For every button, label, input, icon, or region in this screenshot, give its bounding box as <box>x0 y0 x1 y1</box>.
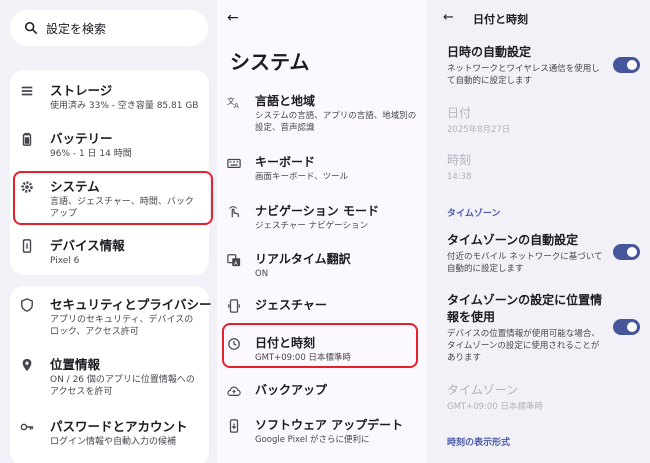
battery-icon <box>22 132 32 146</box>
menu-item-keyboard[interactable]: キーボード 画面キーボード、ツール <box>227 153 422 187</box>
settings-card-privacy: セキュリティとプライバシー アプリのセキュリティ、デバイスのロック、アクセス許可… <box>10 286 212 463</box>
menu-item-live-translate[interactable]: A リアルタイム翻訳 ON <box>227 250 422 284</box>
date-time-pane: ← 日付と時刻 日時の自動設定 ネットワークとワイヤレス通信を使用して自動的に設… <box>433 0 650 463</box>
menu-item-title: バックアップ <box>255 383 328 397</box>
setting-timezone[interactable]: タイムゾーン GMT+09:00 日本標準時 <box>447 382 642 413</box>
system-update-icon <box>229 419 239 433</box>
key-icon <box>20 423 34 431</box>
menu-item-language[interactable]: 文A 言語と地域 システムの言語、アプリの言語、地域別の設定、音声認識 <box>227 92 422 138</box>
search-placeholder: 設定を検索 <box>46 21 107 36</box>
section-header-time-format: 時刻の表示形式 <box>447 438 511 448</box>
menu-item-navigation[interactable]: ナビゲーション モード ジェスチャー ナビゲーション <box>227 202 422 236</box>
translate-icon: 文A <box>227 96 239 109</box>
menu-item-subtitle: ON <box>255 269 269 279</box>
sidebar-item-passwords[interactable]: パスワードとアカウント ログイン情報や自動入力の候補 <box>20 416 200 456</box>
setting-date[interactable]: 日付 2025年8月27日 <box>447 105 642 136</box>
setting-subtitle: デバイスの位置情報が使用可能な場合、タイムゾーンの設定に使用されることがあります <box>447 329 600 363</box>
sidebar-item-subtitle: ON / 26 個のアプリに位置情報へのアクセスを許可 <box>50 375 195 397</box>
setting-location-timezone[interactable]: タイムゾーンの設定に位置情報を使用 デバイスの位置情報が使用可能な場合、タイムゾ… <box>447 292 607 364</box>
menu-item-title: リアルタイム翻訳 <box>255 252 351 266</box>
sidebar-item-label: デバイス情報 <box>50 238 125 253</box>
sidebar-item-label: ストレージ <box>50 83 113 98</box>
menu-item-title: ナビゲーション モード <box>255 204 379 218</box>
live-translate-icon: A <box>227 254 241 267</box>
menu-item-title: ジェスチャー <box>255 298 327 312</box>
back-arrow-icon[interactable]: ← <box>443 10 454 25</box>
left-nav-pane: 設定を検索 ストレージ 使用済み 33% - 空き容量 85.81 GB バッテ… <box>0 0 217 463</box>
setting-subtitle: 付近のモバイル ネットワークに基づいて自動的に設定します <box>447 252 603 274</box>
setting-subtitle: 2025年8月27日 <box>447 125 511 135</box>
menu-item-subtitle: システムの言語、アプリの言語、地域別の設定、音声認識 <box>255 111 417 133</box>
sidebar-item-subtitle: ログイン情報や自動入力の候補 <box>50 437 177 447</box>
sidebar-item-subtitle: Pixel 6 <box>50 256 80 266</box>
setting-title: タイムゾーンの設定に位置情報を使用 <box>447 293 603 324</box>
back-arrow-icon[interactable]: ← <box>227 10 239 26</box>
setting-title: タイムゾーンの自動設定 <box>447 233 579 247</box>
section-header-timezone: タイムゾーン <box>447 209 501 219</box>
setting-auto-timezone[interactable]: タイムゾーンの自動設定 付近のモバイル ネットワークに基づいて自動的に設定します <box>447 232 607 275</box>
highlight-system <box>13 171 213 225</box>
menu-item-title: キーボード <box>255 155 316 169</box>
sidebar-item-device-info[interactable]: デバイス情報 Pixel 6 <box>20 235 200 271</box>
menu-item-subtitle: 画面キーボード、ツール <box>255 172 349 182</box>
sidebar-item-location[interactable]: 位置情報 ON / 26 個のアプリに位置情報へのアクセスを許可 <box>20 354 200 406</box>
highlight-date-time <box>222 323 418 368</box>
gesture-hand-icon <box>229 206 239 218</box>
sidebar-item-label: バッテリー <box>50 131 113 146</box>
auto-datetime-toggle[interactable] <box>613 57 640 73</box>
sidebar-item-storage[interactable]: ストレージ 使用済み 33% - 空き容量 85.81 GB <box>20 80 200 120</box>
shield-icon <box>21 298 33 312</box>
setting-title: 日付 <box>447 106 472 120</box>
auto-timezone-toggle[interactable] <box>613 244 640 260</box>
setting-subtitle: ネットワークとワイヤレス通信を使用して自動的に設定します <box>447 64 600 86</box>
search-bar[interactable]: 設定を検索 <box>10 10 208 46</box>
setting-subtitle: GMT+09:00 日本標準時 <box>447 402 543 412</box>
menu-item-subtitle: ジェスチャー ナビゲーション <box>255 221 368 231</box>
cloud-icon <box>227 386 241 396</box>
menu-item-software-update[interactable]: ソフトウェア アップデート Google Pixel がさらに便利に <box>227 416 422 450</box>
svg-text:A: A <box>234 261 238 267</box>
sidebar-item-security[interactable]: セキュリティとプライバシー アプリのセキュリティ、デバイスのロック、アクセス許可 <box>20 294 212 346</box>
phone-info-icon <box>22 239 32 253</box>
menu-item-title: 言語と地域 <box>255 94 316 108</box>
phone-gesture-icon <box>228 299 240 313</box>
setting-time[interactable]: 時刻 14:38 <box>447 152 642 183</box>
sidebar-item-battery[interactable]: バッテリー 96% - 1 日 14 時間 <box>20 128 200 168</box>
setting-auto-datetime[interactable]: 日時の自動設定 ネットワークとワイヤレス通信を使用して自動的に設定します <box>447 44 607 87</box>
settings-window: 設定を検索 ストレージ 使用済み 33% - 空き容量 85.81 GB バッテ… <box>0 0 650 463</box>
menu-item-subtitle: Google Pixel がさらに便利に <box>255 435 370 445</box>
page-title: システム <box>230 50 310 74</box>
menu-item-title: ソフトウェア アップデート <box>255 418 404 432</box>
setting-title: タイムゾーン <box>447 383 519 397</box>
sidebar-item-label: 位置情報 <box>50 357 101 372</box>
sidebar-item-subtitle: アプリのセキュリティ、デバイスのロック、アクセス許可 <box>50 315 194 337</box>
sidebar-item-label: パスワードとアカウント <box>50 419 188 434</box>
sidebar-item-subtitle: 使用済み 33% - 空き容量 85.81 GB <box>50 101 199 111</box>
sidebar-item-subtitle: 96% - 1 日 14 時間 <box>50 149 132 159</box>
svg-text:A: A <box>234 102 239 109</box>
location-timezone-toggle[interactable] <box>613 319 640 335</box>
setting-title: 時刻 <box>447 153 472 167</box>
search-icon <box>24 21 38 35</box>
sidebar-item-label: セキュリティとプライバシー <box>50 297 212 312</box>
location-pin-icon <box>22 358 32 372</box>
menu-item-gestures[interactable]: ジェスチャー <box>227 296 422 320</box>
menu-item-backup[interactable]: バックアップ <box>227 381 422 405</box>
setting-title: 日時の自動設定 <box>447 45 532 59</box>
setting-subtitle: 14:38 <box>447 172 472 182</box>
keyboard-icon <box>227 158 241 168</box>
system-pane: ← システム 文A 言語と地域 システムの言語、アプリの言語、地域別の設定、音声… <box>217 0 427 463</box>
list-icon <box>21 86 33 96</box>
pane-title: 日付と時刻 <box>473 13 528 26</box>
